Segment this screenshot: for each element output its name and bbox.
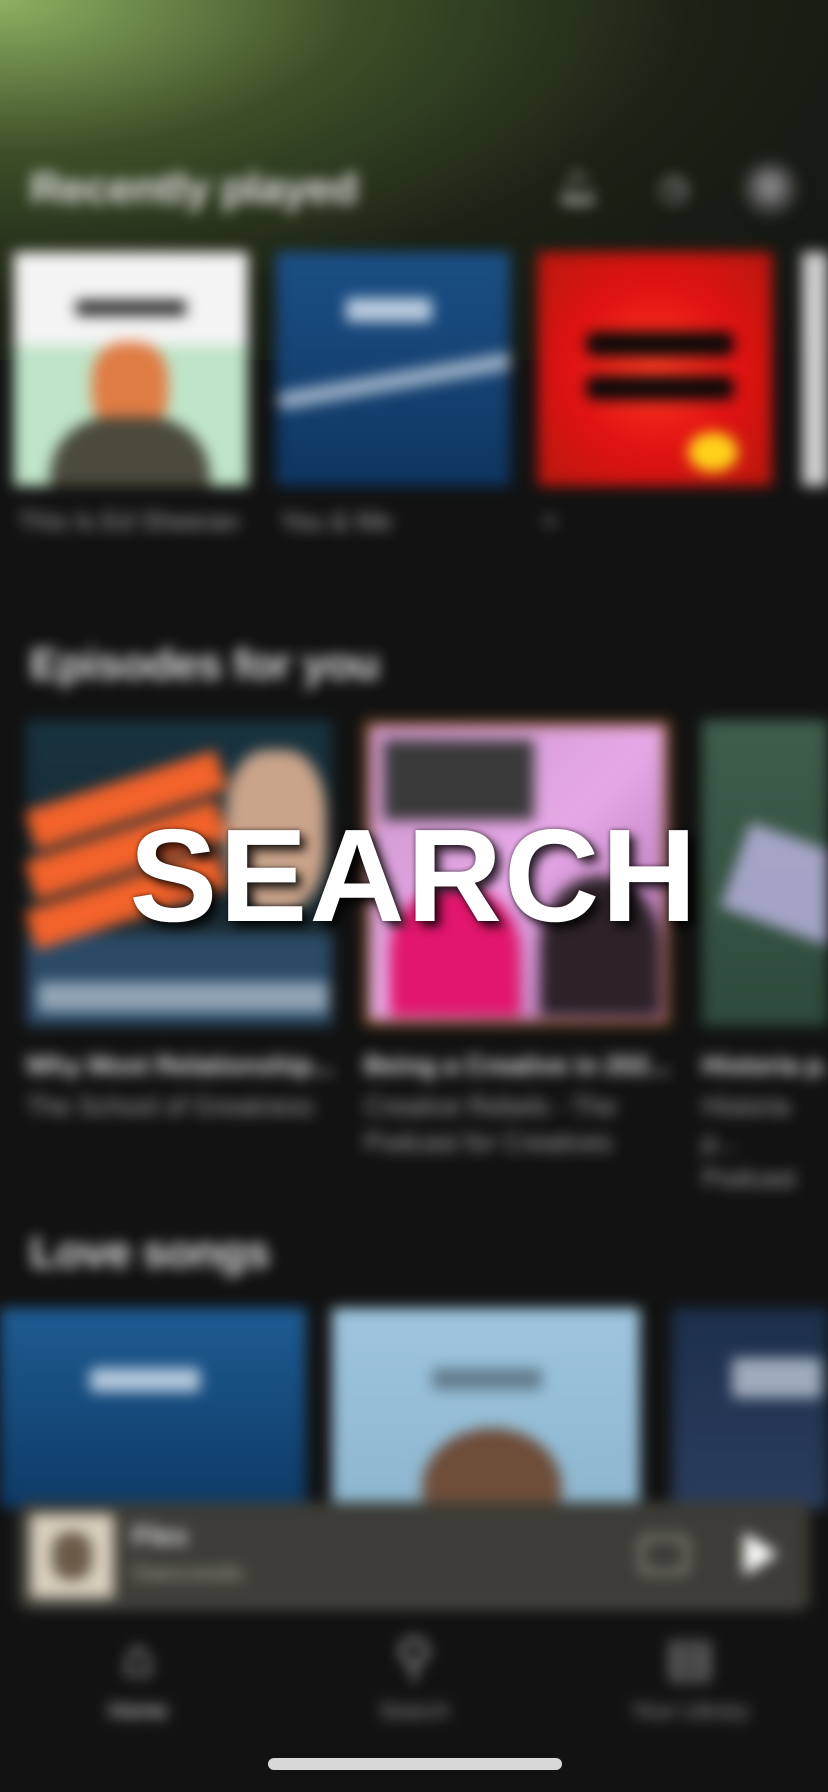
- recent-caption: =: [542, 506, 558, 536]
- nav-search[interactable]: ⚲ Search: [304, 1628, 524, 1724]
- library-icon: ▤: [665, 1629, 715, 1687]
- bell-icon[interactable]: 🔔︎: [552, 162, 604, 214]
- devices-icon[interactable]: [640, 1536, 688, 1574]
- home-icon: ⌂: [122, 1629, 154, 1687]
- recently-played-title: Recently played: [30, 164, 358, 213]
- episode-subtitle: Historia p... Podcast: [702, 1091, 796, 1193]
- episodes-title: Episodes for you: [30, 640, 379, 689]
- nav-search-label: Search: [379, 1698, 449, 1723]
- home-indicator: [268, 1758, 562, 1770]
- playlist-cover: [0, 1308, 306, 1508]
- now-playing-artist: Dancrestic: [132, 1560, 246, 1587]
- nav-library[interactable]: ▤ Your Library: [580, 1628, 800, 1724]
- now-playing-title: Flex: [132, 1520, 189, 1551]
- playback-progress: [30, 1603, 798, 1606]
- play-icon[interactable]: [744, 1532, 778, 1576]
- episode-title: Historia p...: [702, 1050, 828, 1080]
- settings-icon[interactable]: ⚙: [744, 162, 796, 214]
- mini-player[interactable]: Flex Dancrestic: [18, 1502, 810, 1610]
- header-actions: 🔔︎ ◷ ⚙: [552, 162, 796, 214]
- search-overlay-label: SEARCH: [129, 802, 699, 949]
- episode-subtitle: The School of Greatness: [26, 1091, 314, 1121]
- recent-caption: This Is Ed Sheeran: [18, 506, 240, 536]
- playlist-cover: [672, 1308, 828, 1508]
- love-songs-title: Love songs: [30, 1228, 270, 1277]
- playlist-cover: [332, 1308, 640, 1508]
- episode-title: Why Most Relationship...: [26, 1050, 334, 1080]
- recent-caption: You & Me: [280, 506, 392, 536]
- nav-library-label: Your Library: [631, 1698, 749, 1723]
- album-cover: [14, 252, 248, 486]
- nav-home[interactable]: ⌂ Home: [28, 1628, 248, 1724]
- episode-title: Being a Creative in 202...: [364, 1050, 671, 1080]
- album-cover: [276, 252, 510, 486]
- search-icon: ⚲: [394, 1629, 434, 1687]
- history-icon[interactable]: ◷: [648, 162, 700, 214]
- album-cover: [802, 252, 828, 486]
- now-playing-art: [30, 1514, 114, 1598]
- nav-home-label: Home: [108, 1698, 168, 1723]
- album-cover: [538, 252, 772, 486]
- episode-subtitle: Creative Rebels - The Podcast for Creati…: [364, 1091, 617, 1157]
